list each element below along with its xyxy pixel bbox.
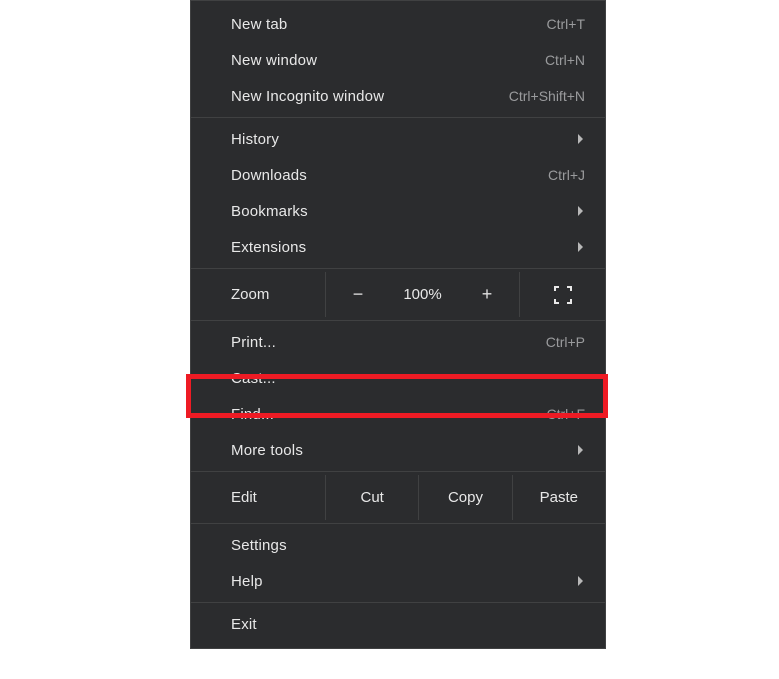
menu-item-label: Cast... xyxy=(231,370,276,387)
menu-item-shortcut: Ctrl+Shift+N xyxy=(509,88,585,104)
menu-item-bookmarks[interactable]: Bookmarks xyxy=(191,193,605,229)
chevron-right-icon xyxy=(578,576,583,586)
menu-item-more-tools[interactable]: More tools xyxy=(191,432,605,468)
chrome-main-menu: New tab Ctrl+T New window Ctrl+N New Inc… xyxy=(190,0,606,649)
menu-item-cast[interactable]: Cast... xyxy=(191,360,605,396)
menu-item-exit[interactable]: Exit xyxy=(191,606,605,642)
menu-item-history[interactable]: History xyxy=(191,121,605,157)
menu-item-label: History xyxy=(231,131,279,148)
zoom-out-button[interactable]: − xyxy=(348,284,368,305)
menu-item-shortcut: Ctrl+N xyxy=(545,52,585,68)
edit-label: Edit xyxy=(191,475,326,520)
menu-item-label: New tab xyxy=(231,16,287,33)
edit-button-label: Paste xyxy=(540,489,578,506)
menu-item-label: Help xyxy=(231,573,263,590)
menu-item-settings[interactable]: Settings xyxy=(191,527,605,563)
menu-item-label: New Incognito window xyxy=(231,88,384,105)
menu-item-label: Exit xyxy=(231,616,257,633)
menu-item-label: Find... xyxy=(231,406,274,423)
edit-button-label: Cut xyxy=(360,489,383,506)
menu-edit-row: Edit Cut Copy Paste xyxy=(191,475,605,520)
menu-item-find[interactable]: Find... Ctrl+F xyxy=(191,396,605,432)
chevron-right-icon xyxy=(578,242,583,252)
menu-item-extensions[interactable]: Extensions xyxy=(191,229,605,265)
menu-item-label: New window xyxy=(231,52,317,69)
edit-copy-button[interactable]: Copy xyxy=(419,475,512,520)
menu-separator xyxy=(191,320,605,321)
menu-separator xyxy=(191,602,605,603)
chevron-right-icon xyxy=(578,206,583,216)
menu-item-label: Print... xyxy=(231,334,276,351)
menu-item-shortcut: Ctrl+T xyxy=(547,16,586,32)
menu-item-new-window[interactable]: New window Ctrl+N xyxy=(191,42,605,78)
zoom-label: Zoom xyxy=(191,272,326,317)
edit-paste-button[interactable]: Paste xyxy=(513,475,605,520)
menu-item-shortcut: Ctrl+P xyxy=(546,334,585,350)
menu-item-new-incognito[interactable]: New Incognito window Ctrl+Shift+N xyxy=(191,78,605,114)
menu-separator xyxy=(191,471,605,472)
menu-item-help[interactable]: Help xyxy=(191,563,605,599)
menu-item-label: More tools xyxy=(231,442,303,459)
chevron-right-icon xyxy=(578,445,583,455)
menu-item-label: Extensions xyxy=(231,239,306,256)
edit-button-label: Copy xyxy=(448,489,483,506)
menu-separator xyxy=(191,523,605,524)
menu-item-print[interactable]: Print... Ctrl+P xyxy=(191,324,605,360)
zoom-level-value: 100% xyxy=(403,286,441,303)
menu-item-shortcut: Ctrl+J xyxy=(548,167,585,183)
edit-cut-button[interactable]: Cut xyxy=(326,475,419,520)
menu-zoom-row: Zoom − 100% + xyxy=(191,272,605,317)
fullscreen-button[interactable] xyxy=(520,272,605,317)
chevron-right-icon xyxy=(578,134,583,144)
menu-separator xyxy=(191,268,605,269)
fullscreen-icon xyxy=(554,286,572,304)
menu-item-label: Bookmarks xyxy=(231,203,308,220)
zoom-controls: − 100% + xyxy=(326,272,520,317)
menu-item-shortcut: Ctrl+F xyxy=(547,406,586,422)
menu-item-label: Downloads xyxy=(231,167,307,184)
menu-item-new-tab[interactable]: New tab Ctrl+T xyxy=(191,6,605,42)
menu-separator xyxy=(191,117,605,118)
menu-item-downloads[interactable]: Downloads Ctrl+J xyxy=(191,157,605,193)
menu-item-label: Settings xyxy=(231,537,287,554)
zoom-in-button[interactable]: + xyxy=(477,284,497,305)
